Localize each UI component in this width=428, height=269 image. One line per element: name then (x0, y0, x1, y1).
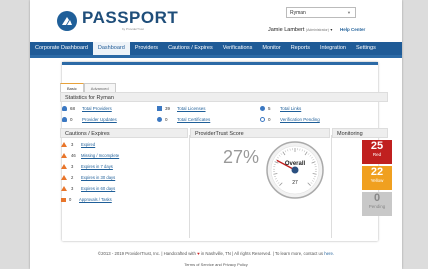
monitoring-pending[interactable]: 0 Pending (362, 192, 392, 216)
caution-row: 3 Expires in 60 days (61, 186, 115, 191)
nav-underline (30, 55, 402, 58)
monitoring-pending-count: 0 (373, 192, 381, 204)
stat-provider-updates: 0 Provider Updates (62, 117, 117, 122)
nav-reports[interactable]: Reports (286, 42, 315, 55)
users-icon (62, 106, 67, 111)
certificate-icon (157, 117, 162, 122)
warning-icon (61, 164, 67, 169)
app-frame: PASSPORT by ProviderTrust Ryman ▼ Jamie … (30, 0, 402, 269)
footer: ©2013 - 2019 ProviderTrust, Inc. | Handc… (30, 251, 402, 256)
divider (189, 135, 190, 238)
divider (331, 135, 332, 238)
stat-link[interactable]: Total Certificates (177, 117, 210, 122)
caution-link[interactable]: Expired (81, 142, 95, 147)
user-update-icon (62, 117, 67, 122)
nav-monitor[interactable]: Monitor (257, 42, 285, 55)
stat-link[interactable]: Total Providers (82, 106, 112, 111)
warning-icon (61, 153, 67, 158)
caution-count: 3 (71, 142, 74, 147)
monitoring-yellow-count: 22 (370, 166, 384, 178)
caution-row: 0 Approvals / Tasks (61, 197, 112, 202)
link-icon (260, 106, 265, 111)
user-menu-caret-icon[interactable]: ▾ (330, 27, 332, 32)
stat-total-providers: 68 Total Providers (62, 106, 112, 111)
user-name[interactable]: Jamie Lambert (268, 27, 304, 33)
caution-link[interactable]: Expires in 7 days (81, 164, 113, 169)
user-row: Jamie Lambert (Administrator) ▾ Help Cen… (268, 27, 365, 33)
caution-count: 0 (69, 197, 72, 202)
nav-verifications[interactable]: Verifications (218, 42, 258, 55)
caution-count: 46 (71, 153, 76, 158)
statistics-title: Statistics for Ryman (60, 92, 388, 102)
main-nav: Corporate Dashboard Dashboard Providers … (30, 42, 402, 55)
monitoring-yellow-label: Yellow (370, 178, 384, 183)
stat-value: 0 (165, 117, 168, 122)
nav-integration[interactable]: Integration (315, 42, 351, 55)
warning-icon (61, 186, 67, 191)
brand-name: PASSPORT (82, 8, 179, 27)
logo-icon (57, 11, 77, 31)
stat-value: 0 (268, 117, 271, 122)
score-percent: 27% (223, 147, 260, 167)
stat-total-certificates: 0 Total Certificates (157, 117, 210, 122)
monitoring-pending-label: Pending (368, 204, 386, 209)
stat-value: 39 (165, 106, 171, 111)
caution-link[interactable]: Approvals / Tasks (79, 197, 112, 202)
caution-row: 3 Expired (61, 142, 95, 147)
nav-dashboard[interactable]: Dashboard (92, 42, 130, 55)
score-title: ProviderTrust Score (190, 128, 330, 138)
caution-link[interactable]: Expires in 60 days (81, 186, 115, 191)
caution-row: 3 Expires in 7 days (61, 164, 113, 169)
contact-link[interactable]: here. (324, 251, 334, 256)
stat-verification-pending: 0 Verification Pending (260, 117, 320, 122)
caution-link[interactable]: Expires in 30 days (81, 175, 115, 180)
caution-row: 46 Missing / Incomplete (61, 153, 119, 158)
warning-icon (61, 175, 67, 180)
document-icon (157, 106, 162, 111)
footer-text-b: in Nashville, TN | All rights Reserved. … (200, 251, 324, 256)
gauge-label: Overall (285, 161, 306, 167)
card-top-bar (62, 62, 378, 65)
help-center-link[interactable]: Help Center (340, 27, 365, 32)
brand-sub: by ProviderTrust (122, 27, 144, 31)
monitoring-red-count: 25 (370, 140, 384, 152)
stat-link[interactable]: Provider Updates (82, 117, 117, 122)
caution-count: 3 (71, 164, 74, 169)
nav-providers[interactable]: Providers (130, 42, 163, 55)
warning-icon (61, 142, 67, 147)
monitoring-red-label: Red (372, 152, 382, 157)
monitoring-red[interactable]: 25 Red (362, 140, 392, 164)
monitoring-title: Monitoring (332, 128, 388, 138)
stat-value: 68 (70, 106, 76, 111)
stat-value: 5 (268, 106, 271, 111)
gauge-value: 27 (292, 180, 298, 186)
monitoring-yellow[interactable]: 22 Yellow (362, 166, 392, 190)
tasks-icon (61, 197, 66, 202)
user-role: (Administrator) (305, 28, 329, 32)
pending-icon (260, 117, 265, 122)
nav-cautions-expires[interactable]: Cautions / Expires (163, 42, 218, 55)
terms-link[interactable]: Terms of Service and Privacy Policy (30, 262, 402, 267)
stat-total-links: 5 Total Links (260, 106, 301, 111)
nav-settings[interactable]: Settings (351, 42, 381, 55)
caution-link[interactable]: Missing / Incomplete (81, 153, 119, 158)
cautions-title: Cautions / Expires (60, 128, 188, 138)
caution-count: 2 (71, 175, 74, 180)
org-select[interactable]: Ryman ▼ (286, 7, 356, 18)
caution-count: 3 (71, 186, 74, 191)
heart-icon: ♥ (197, 251, 200, 256)
stat-total-licenses: 39 Total Licenses (157, 106, 206, 111)
org-select-value: Ryman (290, 10, 306, 16)
chevron-down-icon: ▼ (347, 10, 351, 15)
stat-link[interactable]: Total Licenses (177, 106, 206, 111)
caution-row: 2 Expires in 30 days (61, 175, 115, 180)
stat-value: 0 (70, 117, 73, 122)
stat-link[interactable]: Verification Pending (280, 117, 320, 122)
stat-link[interactable]: Total Links (280, 106, 301, 111)
nav-corporate-dashboard[interactable]: Corporate Dashboard (30, 42, 93, 55)
score-gauge: Overall 27 (266, 141, 324, 199)
footer-text-a: ©2013 - 2019 ProviderTrust, Inc. | Handc… (97, 251, 196, 256)
header: PASSPORT by ProviderTrust Ryman ▼ Jamie … (30, 0, 402, 42)
